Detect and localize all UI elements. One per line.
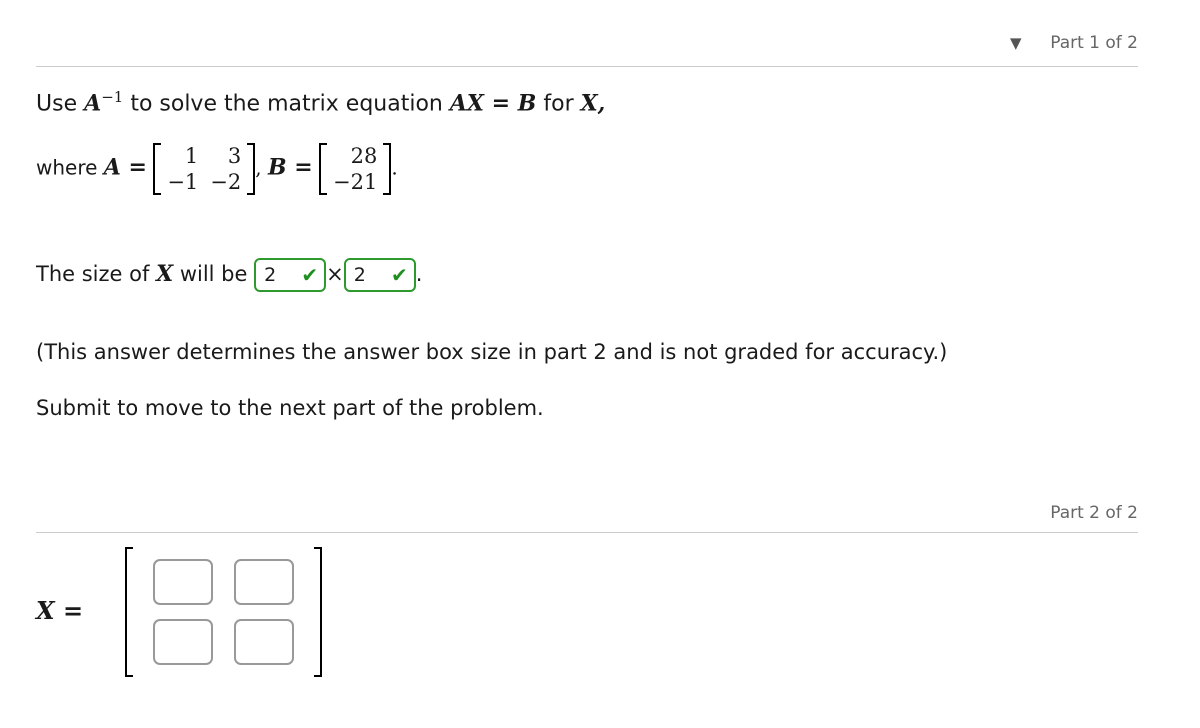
rows-value: 2 [264,264,277,286]
submit-note: Submit to move to the next part of the p… [36,396,544,420]
matrix-a-symbol: A [84,90,102,117]
x-equals: X = [36,596,83,625]
part-2-label: Part 2 of 2 [1050,503,1138,523]
size-prefix: The size of [36,262,150,286]
a-21: −1 [167,170,199,194]
matrix-b: 28 −21 [319,143,392,195]
a-11: 1 [184,144,199,168]
intro-prefix: Use [36,91,78,117]
b-1: 28 [350,144,378,168]
inverse-exponent: −1 [101,88,124,106]
answer-cell-21[interactable] [153,619,213,665]
collapse-part-1-icon[interactable]: ▼ [1010,34,1022,52]
matrix-a: 1 3 −1 −2 [153,143,256,195]
size-mid: will be [179,262,248,286]
a-equals: A = [103,154,147,181]
cols-input[interactable]: 2 ✔ [343,258,416,292]
check-icon: ✔ [301,263,319,287]
cols-value: 2 [353,264,366,286]
x-equals-label: X = [36,596,84,625]
part-1-label: Part 1 of 2 [1050,33,1138,53]
a-22: −2 [210,170,242,194]
size-variable: X [156,261,174,287]
answer-matrix [125,547,322,677]
variable-x: X, [580,90,606,117]
b-equals: B = [267,154,313,181]
part-1-divider [36,66,1138,67]
b-2: −21 [333,170,378,194]
answer-cell-12[interactable] [234,559,294,605]
size-question: The size of X will be 2 ✔ × 2 ✔ . [36,258,422,292]
note-text: (This answer determines the answer box s… [36,340,948,364]
period: . [415,262,423,286]
intro-for: for [543,91,574,117]
answer-cell-22[interactable] [234,619,294,665]
check-icon: ✔ [390,263,408,287]
a-12: 3 [227,144,242,168]
times-sign: × [326,262,344,286]
where-label: where [36,155,98,180]
matrix-definitions: where A = 13 −1 −2 , B = 28 −21 . [36,143,398,195]
part-2-divider [36,532,1138,533]
intro-mid: to solve the matrix equation [130,91,443,117]
matrix-equation: AX = B [449,90,537,117]
rows-input[interactable]: 2 ✔ [254,258,327,292]
answer-cell-11[interactable] [153,559,213,605]
problem-statement: Use A−1 to solve the matrix equation AX … [36,88,605,116]
